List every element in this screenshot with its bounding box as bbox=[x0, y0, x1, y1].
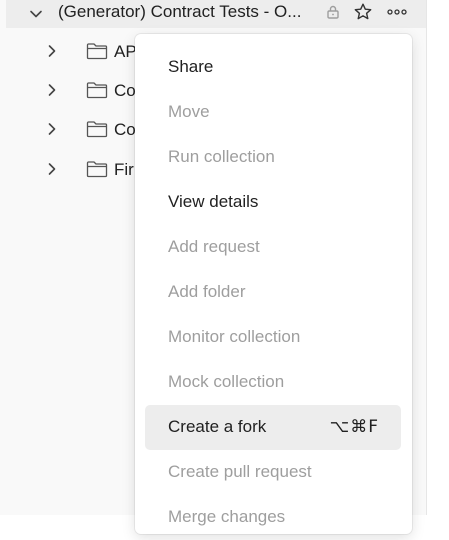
menu-item-label: Create a fork bbox=[168, 417, 267, 436]
menu-item-label: Create pull request bbox=[168, 462, 312, 481]
menu-item-share[interactable]: Share bbox=[145, 45, 401, 90]
folder-label[interactable]: AP bbox=[114, 42, 137, 62]
menu-item-view-details[interactable]: View details bbox=[145, 180, 401, 225]
menu-item-move: Move bbox=[145, 90, 401, 135]
folder-icon bbox=[86, 41, 108, 61]
menu-item-add-request: Add request bbox=[145, 225, 401, 270]
menu-item-monitor-collection: Monitor collection bbox=[145, 315, 401, 360]
menu-item-label: Monitor collection bbox=[168, 327, 301, 346]
chevron-right-icon[interactable] bbox=[44, 82, 60, 98]
folder-label[interactable]: Co bbox=[114, 120, 136, 140]
menu-item-mock-collection: Mock collection bbox=[145, 360, 401, 405]
menu-item-label: Share bbox=[168, 57, 214, 76]
chevron-down-icon[interactable] bbox=[28, 6, 44, 22]
chevron-right-icon[interactable] bbox=[44, 121, 60, 137]
folder-icon bbox=[86, 159, 108, 179]
collection-title[interactable]: (Generator) Contract Tests - O... bbox=[58, 2, 322, 22]
menu-item-merge-changes: Merge changes bbox=[145, 495, 401, 540]
menu-item-label: Mock collection bbox=[168, 372, 285, 391]
context-menu: Share Move Run collection View details A… bbox=[135, 34, 412, 534]
more-horizontal-icon[interactable] bbox=[386, 3, 408, 21]
lock-icon bbox=[324, 3, 342, 21]
folder-icon bbox=[86, 119, 108, 139]
keyboard-shortcut: ⌥⌘F bbox=[329, 417, 379, 437]
menu-item-label: Move bbox=[168, 102, 210, 121]
sidebar-divider bbox=[426, 0, 427, 515]
folder-label[interactable]: Co bbox=[114, 81, 136, 101]
chevron-right-icon[interactable] bbox=[44, 43, 60, 59]
menu-item-label: Merge changes bbox=[168, 507, 286, 526]
chevron-right-icon[interactable] bbox=[44, 161, 60, 177]
menu-item-label: View details bbox=[168, 192, 259, 211]
folder-icon bbox=[86, 80, 108, 100]
menu-item-create-fork[interactable]: Create a fork ⌥⌘F bbox=[145, 405, 401, 450]
menu-item-add-folder: Add folder bbox=[145, 270, 401, 315]
menu-item-label: Add request bbox=[168, 237, 260, 256]
menu-item-run-collection: Run collection bbox=[145, 135, 401, 180]
star-icon[interactable] bbox=[352, 1, 374, 23]
menu-item-create-pull-request: Create pull request bbox=[145, 450, 401, 495]
menu-item-label: Add folder bbox=[168, 282, 246, 301]
folder-label[interactable]: Fir bbox=[114, 160, 134, 180]
collection-row[interactable]: (Generator) Contract Tests - O... bbox=[6, 0, 426, 28]
menu-item-label: Run collection bbox=[168, 147, 275, 166]
